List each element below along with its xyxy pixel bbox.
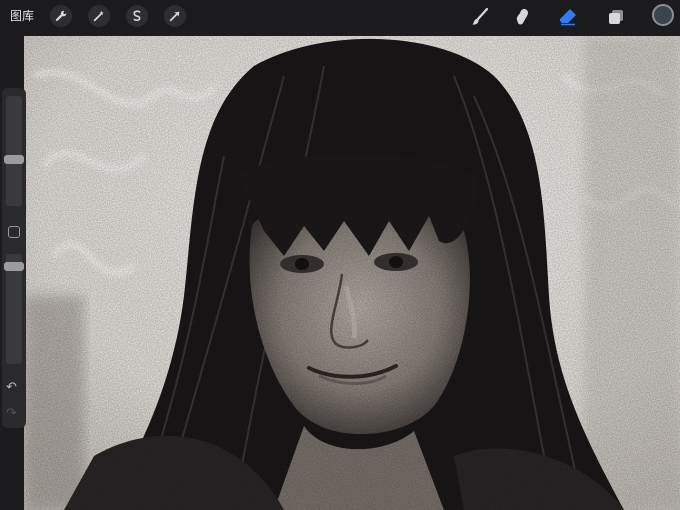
wrench-icon[interactable] [50,5,72,27]
top-toolbar: 图库 [0,0,680,32]
smudge-icon[interactable] [510,5,534,29]
magic-wand-icon[interactable] [88,5,110,27]
gallery-button[interactable]: 图库 [10,7,34,24]
selection-icon[interactable] [126,5,148,27]
brush-icon[interactable] [468,5,492,29]
transform-arrow-icon[interactable] [164,5,186,27]
undo-icon[interactable]: ↶ [6,380,17,395]
opacity-handle[interactable] [4,262,24,271]
portrait-artwork [24,36,680,510]
drawing-canvas[interactable] [24,36,680,510]
eraser-icon[interactable] [556,5,580,29]
layers-icon[interactable] [604,5,628,29]
brush-size-slider[interactable] [6,96,22,206]
modify-button[interactable] [8,226,20,238]
redo-icon[interactable]: ↷ [6,406,17,421]
brush-size-handle[interactable] [4,155,24,164]
sidebar-panel: ↶ ↷ [2,88,26,428]
color-swatch[interactable] [652,4,674,26]
